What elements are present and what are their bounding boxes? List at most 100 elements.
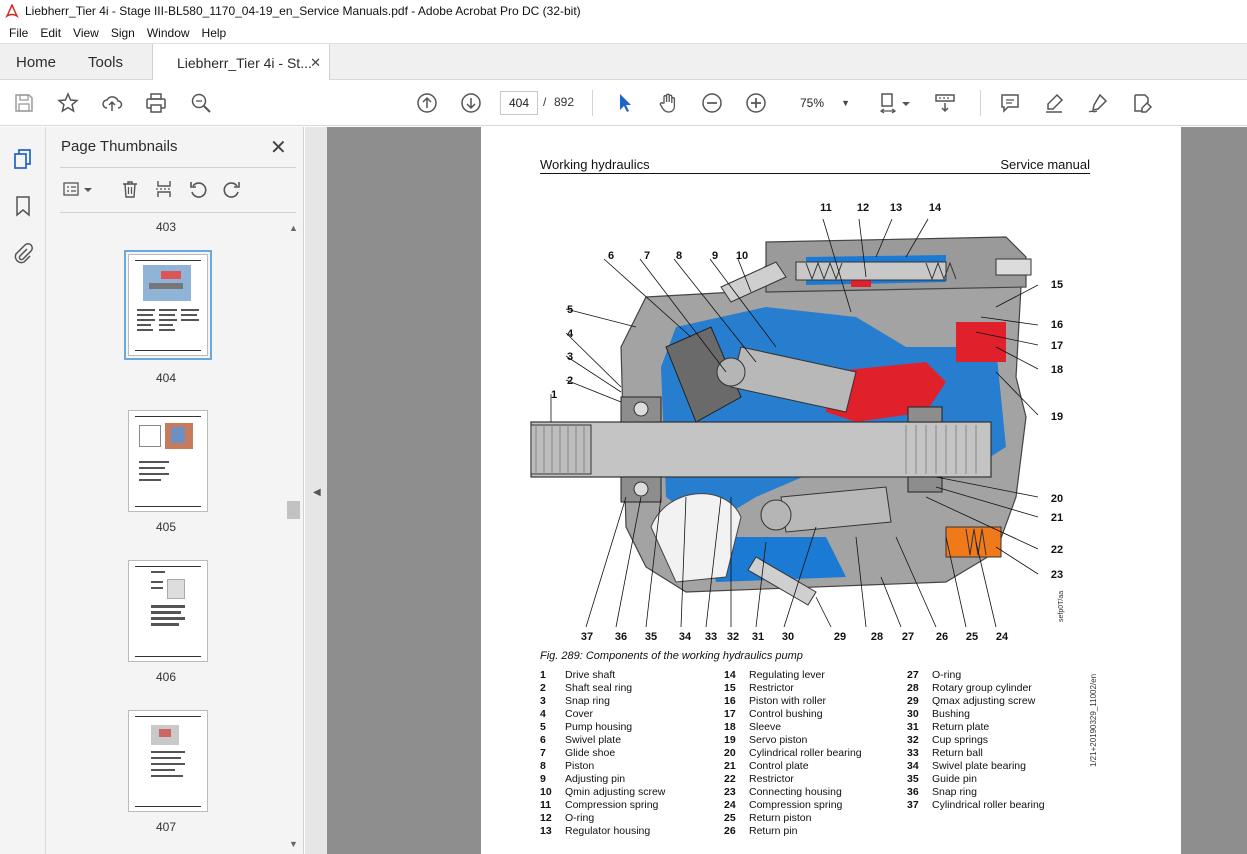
rotate-right-icon[interactable] bbox=[220, 177, 244, 201]
hand-icon[interactable] bbox=[655, 90, 681, 116]
fit-page-icon[interactable] bbox=[876, 90, 902, 116]
comment-icon[interactable] bbox=[997, 90, 1023, 116]
thumb-text bbox=[139, 479, 161, 481]
thumb-figure bbox=[167, 579, 185, 599]
close-panel-icon[interactable]: ✕ bbox=[270, 135, 287, 160]
divider bbox=[60, 167, 296, 168]
share-edit-icon[interactable] bbox=[1129, 90, 1155, 116]
page-up-icon[interactable] bbox=[414, 90, 440, 116]
zoom-select[interactable]: 75% ▼ bbox=[790, 91, 856, 115]
attachment-icon[interactable] bbox=[11, 241, 35, 265]
thumb-text bbox=[181, 319, 199, 321]
glide-shoe bbox=[716, 357, 746, 387]
tab-document[interactable]: Liebherr_Tier 4i - St... ✕ bbox=[152, 44, 330, 81]
thumb-text bbox=[151, 763, 185, 765]
close-tab-icon[interactable]: ✕ bbox=[310, 55, 321, 71]
thumb-text bbox=[151, 775, 183, 777]
options-menu-icon[interactable] bbox=[60, 177, 84, 201]
thumb-text bbox=[159, 324, 173, 326]
thumbnail-page-404[interactable] bbox=[124, 250, 212, 360]
rotate-left-icon[interactable] bbox=[186, 177, 210, 201]
callout-25: 25 bbox=[965, 631, 979, 643]
thumb-text bbox=[151, 757, 181, 759]
highlight-icon[interactable] bbox=[1041, 90, 1067, 116]
callout-24: 24 bbox=[995, 631, 1009, 643]
thumbnail-page-405[interactable] bbox=[128, 410, 208, 512]
menu-sign[interactable]: Sign bbox=[106, 26, 140, 40]
print-icon[interactable] bbox=[143, 90, 169, 116]
figure-caption: Fig. 289: Components of the working hydr… bbox=[540, 650, 803, 662]
thumbnail-label: 406 bbox=[155, 670, 177, 684]
fit-dropdown-icon[interactable] bbox=[900, 90, 912, 116]
thumbnail-scrollbar[interactable]: ▲ ▼ bbox=[286, 219, 302, 851]
upload-icon[interactable] bbox=[99, 90, 125, 116]
panel-collapse-handle[interactable]: ◀ bbox=[305, 127, 327, 854]
callout-10: 10 bbox=[735, 250, 749, 262]
callout-35: 35 bbox=[644, 631, 658, 643]
document-viewport[interactable]: Working hydraulics Service manual 11 12 … bbox=[327, 127, 1247, 854]
callout-22: 22 bbox=[1050, 544, 1064, 556]
callout-15: 15 bbox=[1050, 279, 1064, 291]
thumb-text bbox=[159, 309, 177, 311]
menu-help[interactable]: Help bbox=[197, 26, 232, 40]
thumb-text bbox=[151, 769, 175, 771]
menu-edit[interactable]: Edit bbox=[35, 26, 66, 40]
thumb-figure-red bbox=[161, 271, 181, 279]
thumb-figure-red bbox=[159, 729, 171, 737]
collapse-arrow-icon[interactable]: ◀ bbox=[313, 487, 321, 498]
thumb-text bbox=[151, 587, 163, 589]
tab-tools[interactable]: Tools bbox=[88, 44, 123, 80]
zoom-value: 75% bbox=[800, 96, 825, 110]
thumbnail-page-406[interactable] bbox=[128, 560, 208, 662]
thumb-text bbox=[151, 611, 181, 614]
adjusting-screw-top bbox=[995, 258, 1032, 276]
search-zoom-icon[interactable] bbox=[188, 90, 214, 116]
toolbar: 404 / 892 75% ▼ bbox=[0, 80, 1247, 126]
select-arrow-icon[interactable] bbox=[612, 90, 638, 116]
thumb-text bbox=[139, 461, 169, 463]
callout-1: 1 bbox=[550, 389, 558, 401]
figure-code: sefp0T/aa bbox=[1058, 590, 1065, 622]
thumb-text bbox=[181, 314, 197, 316]
zoom-in-icon[interactable] bbox=[743, 90, 769, 116]
page-number-input[interactable]: 404 bbox=[500, 91, 538, 115]
page-header-manual: Service manual bbox=[1000, 157, 1090, 172]
thumb-rule bbox=[135, 656, 201, 657]
scroll-mode-icon[interactable] bbox=[932, 90, 958, 116]
menu-window[interactable]: Window bbox=[142, 26, 195, 40]
rear-bearing-lower bbox=[907, 476, 943, 493]
acrobat-logo-icon bbox=[5, 3, 19, 19]
scrollbar-thumb[interactable] bbox=[287, 501, 300, 519]
menu-view[interactable]: View bbox=[68, 26, 104, 40]
thumbnail-page-407[interactable] bbox=[128, 710, 208, 812]
thumb-rule bbox=[135, 566, 201, 567]
callout-20: 20 bbox=[1050, 493, 1064, 505]
zoom-out-icon[interactable] bbox=[699, 90, 725, 116]
thumb-text bbox=[159, 329, 175, 331]
thumb-text bbox=[181, 309, 199, 311]
tab-home[interactable]: Home bbox=[16, 44, 56, 80]
scroll-up-icon[interactable]: ▲ bbox=[289, 223, 298, 233]
thumb-rule bbox=[135, 506, 201, 507]
thumbnails-icon[interactable] bbox=[11, 147, 35, 171]
callout-9: 9 bbox=[711, 250, 719, 262]
options-dropdown-icon[interactable] bbox=[82, 177, 94, 201]
bookmark-icon[interactable] bbox=[11, 194, 35, 218]
menu-file[interactable]: File bbox=[4, 26, 33, 40]
scroll-down-icon[interactable]: ▼ bbox=[289, 839, 298, 849]
callout-13: 13 bbox=[889, 202, 903, 214]
chevron-down-icon: ▼ bbox=[841, 98, 850, 108]
callout-31: 31 bbox=[751, 631, 765, 643]
thumb-text bbox=[151, 623, 179, 626]
thumb-figure-outline bbox=[139, 425, 161, 447]
bookmark-star-icon[interactable] bbox=[55, 90, 81, 116]
sign-icon[interactable] bbox=[1085, 90, 1111, 116]
panel-title: Page Thumbnails bbox=[61, 138, 178, 155]
extract-pages-icon[interactable] bbox=[152, 177, 176, 201]
save-icon[interactable] bbox=[11, 90, 37, 116]
thumb-rule bbox=[135, 716, 201, 717]
page-down-icon[interactable] bbox=[458, 90, 484, 116]
callout-28: 28 bbox=[870, 631, 884, 643]
callout-34: 34 bbox=[678, 631, 692, 643]
delete-icon[interactable] bbox=[118, 177, 142, 201]
